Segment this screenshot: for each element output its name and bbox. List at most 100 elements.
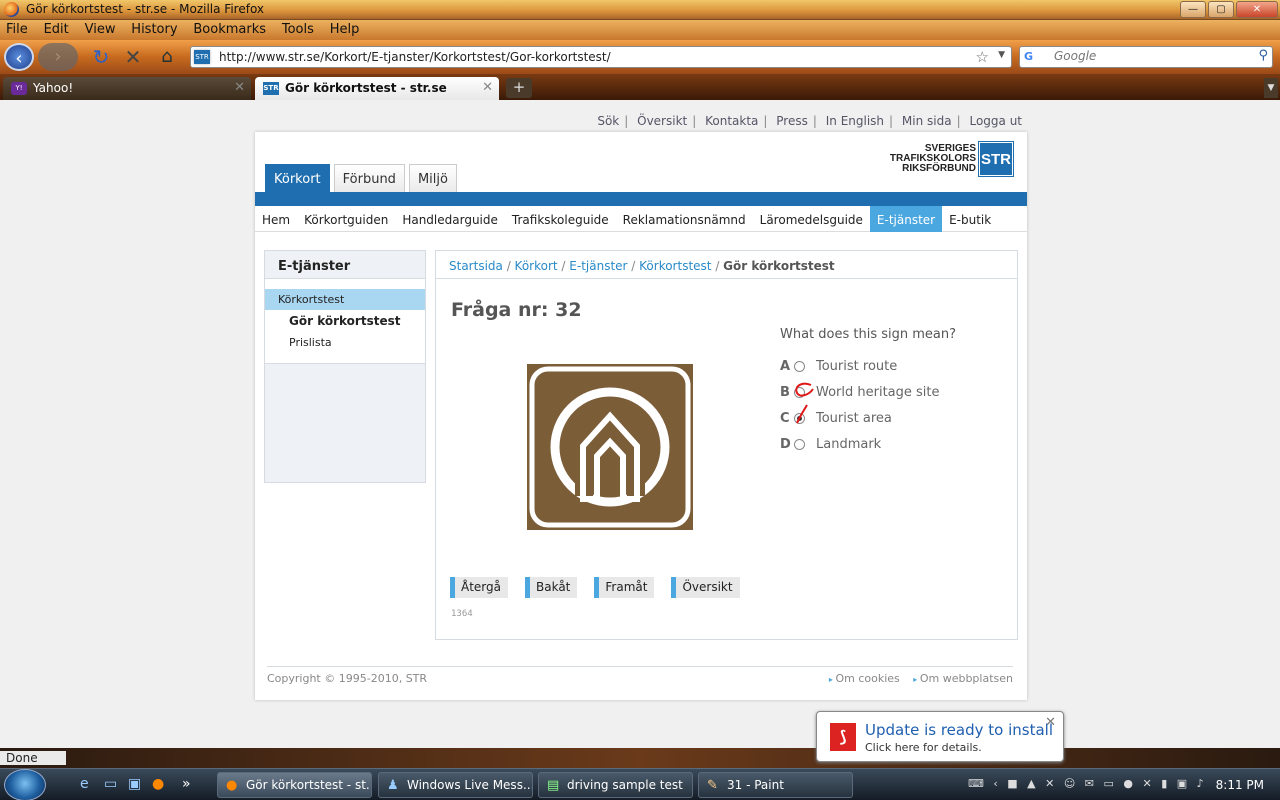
show-desktop-icon[interactable]: ▭ bbox=[104, 776, 117, 792]
tab-str[interactable]: STR Gör körkortstest - str.se ✕ bbox=[255, 77, 499, 100]
navigation-toolbar: ‹ › ↻ ✕ ⌂ STR http://www.str.se/Korkort/… bbox=[0, 40, 1280, 74]
forward-button[interactable]: › bbox=[38, 43, 78, 71]
str-logo[interactable]: SVERIGES TRAFIKSKOLORS RIKSFÖRBUND STR bbox=[890, 141, 1014, 177]
blue-bar bbox=[255, 192, 1027, 206]
reload-icon[interactable]: ↻ bbox=[86, 43, 116, 71]
link-sok[interactable]: Sök bbox=[597, 114, 619, 128]
radio-a[interactable] bbox=[794, 360, 805, 372]
crumb-e-tjanster[interactable]: E-tjänster bbox=[569, 259, 627, 273]
tray-icons[interactable]: ⌨ ‹ ■ ▲ ✕ ☺ ✉ ▭ ● ✕ ▮ ▣ ♪ bbox=[968, 777, 1207, 790]
task-document[interactable]: ▤ driving sample test bbox=[538, 772, 693, 798]
radio-c[interactable] bbox=[794, 412, 805, 424]
clock[interactable]: 8:11 PM bbox=[1216, 778, 1264, 792]
tab-forbund[interactable]: Förbund bbox=[333, 164, 405, 192]
minimize-button[interactable]: — bbox=[1180, 1, 1206, 18]
search-input[interactable] bbox=[1054, 49, 1254, 63]
search-box[interactable]: G ⚲ bbox=[1019, 46, 1273, 68]
back-button[interactable]: ‹ bbox=[4, 43, 34, 71]
link-om-webbplatsen[interactable]: Om webbplatsen bbox=[913, 672, 1013, 685]
home-icon[interactable]: ⌂ bbox=[152, 43, 182, 71]
url-dropdown-icon[interactable]: ▼ bbox=[998, 50, 1005, 60]
system-tray: ⌨ ‹ ■ ▲ ✕ ☺ ✉ ▭ ● ✕ ▮ ▣ ♪ 8:11 PM bbox=[946, 769, 1280, 800]
update-notification[interactable]: ⟆ Update is ready to install Click here … bbox=[816, 711, 1064, 762]
search-icon[interactable]: ⚲ bbox=[1258, 48, 1268, 63]
subnav-korkortguiden[interactable]: Körkortguiden bbox=[297, 206, 395, 232]
answer-c[interactable]: C Tourist area bbox=[780, 405, 940, 431]
switch-windows-icon[interactable]: ▣ bbox=[128, 776, 141, 792]
subnav-e-butik[interactable]: E-butik bbox=[942, 206, 998, 232]
more-quicklaunch-icon[interactable]: » bbox=[182, 776, 191, 792]
google-icon[interactable]: G bbox=[1024, 50, 1040, 64]
link-logga-ut[interactable]: Logga ut bbox=[969, 114, 1022, 128]
task-paint[interactable]: ✎ 31 - Paint bbox=[698, 772, 853, 798]
task-messenger[interactable]: ♟ Windows Live Mess... bbox=[378, 772, 533, 798]
subnav-reklamationsnamnd[interactable]: Reklamationsnämnd bbox=[616, 206, 753, 232]
crumb-startsida[interactable]: Startsida bbox=[449, 259, 503, 273]
close-tab-icon[interactable]: ✕ bbox=[482, 80, 493, 95]
start-button[interactable] bbox=[4, 769, 46, 800]
link-om-cookies[interactable]: Om cookies bbox=[829, 672, 900, 685]
radio-d[interactable] bbox=[794, 438, 805, 450]
answer-d[interactable]: D Landmark bbox=[780, 431, 940, 457]
firefox-quicklaunch-icon[interactable]: ● bbox=[152, 776, 164, 792]
tab-miljo[interactable]: Miljö bbox=[408, 164, 457, 192]
question-code: 1364 bbox=[451, 609, 473, 619]
menu-view[interactable]: View bbox=[79, 20, 122, 39]
tab-list-button[interactable]: ▼ bbox=[1264, 78, 1278, 98]
ie-icon[interactable]: e bbox=[80, 776, 89, 792]
maximize-button[interactable]: ▢ bbox=[1208, 1, 1234, 18]
menu-history[interactable]: History bbox=[125, 20, 183, 39]
pdf-icon: ⟆ bbox=[830, 723, 856, 751]
yahoo-icon: Y! bbox=[11, 82, 27, 95]
sidebar-item-prislista[interactable]: Prislista bbox=[265, 332, 425, 353]
subnav-trafikskoleguide[interactable]: Trafikskoleguide bbox=[505, 206, 616, 232]
radio-b[interactable] bbox=[794, 386, 805, 398]
overview-button[interactable]: Översikt bbox=[671, 577, 740, 598]
menu-bookmarks[interactable]: Bookmarks bbox=[187, 20, 272, 39]
menu-bar: File Edit View History Bookmarks Tools H… bbox=[0, 20, 1280, 40]
sidebar-item-korkortstest[interactable]: Körkortstest bbox=[265, 289, 425, 310]
notification-body[interactable]: Click here for details. bbox=[865, 741, 982, 754]
link-in-english[interactable]: In English bbox=[826, 114, 884, 128]
link-press[interactable]: Press bbox=[776, 114, 808, 128]
stop-icon[interactable]: ✕ bbox=[118, 43, 148, 71]
taskbar: e ▭ ▣ ● » ● Gör körkortstest - st... ♟ Win… bbox=[0, 768, 1280, 800]
previous-button[interactable]: Bakåt bbox=[525, 577, 578, 598]
web-page: Sök | Översikt | Kontakta | Press | In Engli… bbox=[0, 100, 1280, 748]
crumb-korkortstest[interactable]: Körkortstest bbox=[639, 259, 711, 273]
menu-help[interactable]: Help bbox=[324, 20, 366, 39]
close-notification-icon[interactable]: ✕ bbox=[1045, 715, 1056, 730]
task-firefox[interactable]: ● Gör körkortstest - st... bbox=[217, 772, 372, 798]
menu-file[interactable]: File bbox=[0, 20, 34, 39]
tab-korkort[interactable]: Körkort bbox=[265, 164, 330, 192]
sidebar-item-gor-korkortstest[interactable]: Gör körkortstest bbox=[265, 310, 425, 332]
new-tab-button[interactable]: + bbox=[506, 78, 532, 98]
subnav-handledarguide[interactable]: Handledarguide bbox=[395, 206, 505, 232]
link-oversikt[interactable]: Översikt bbox=[637, 114, 687, 128]
answer-a[interactable]: A Tourist route bbox=[780, 353, 940, 379]
subnav-e-tjanster[interactable]: E-tjänster bbox=[869, 206, 943, 232]
next-button[interactable]: Framåt bbox=[594, 577, 655, 598]
address-bar[interactable]: STR http://www.str.se/Korkort/E-tjanster… bbox=[190, 46, 1012, 68]
question-number: Fråga nr: 32 bbox=[451, 299, 582, 321]
url-text[interactable]: http://www.str.se/Korkort/E-tjanster/Kor… bbox=[219, 50, 611, 64]
notification-title[interactable]: Update is ready to install bbox=[865, 721, 1053, 739]
site-container: SVERIGES TRAFIKSKOLORS RIKSFÖRBUND STR K… bbox=[255, 132, 1027, 700]
back-to-start-button[interactable]: Återgå bbox=[450, 577, 508, 598]
close-tab-icon[interactable]: ✕ bbox=[234, 80, 245, 95]
close-window-button[interactable]: ✕ bbox=[1236, 1, 1278, 18]
window-title: Gör körkortstest - str.se - Mozilla Fire… bbox=[26, 2, 265, 16]
sub-navigation: Hem Körkortguiden Handledarguide Trafikskol… bbox=[255, 206, 1027, 232]
link-min-sida[interactable]: Min sida bbox=[902, 114, 952, 128]
menu-edit[interactable]: Edit bbox=[38, 20, 75, 39]
subnav-hem[interactable]: Hem bbox=[255, 206, 297, 232]
subnav-laromedelsguide[interactable]: Läromedelsguide bbox=[753, 206, 870, 232]
crumb-korkort[interactable]: Körkort bbox=[515, 259, 558, 273]
tab-yahoo[interactable]: Y! Yahoo! ✕ bbox=[3, 77, 251, 100]
answer-b[interactable]: B World heritage site bbox=[780, 379, 940, 405]
footer: Copyright © 1995-2010, STR Om cookies Om… bbox=[267, 666, 1013, 685]
menu-tools[interactable]: Tools bbox=[276, 20, 320, 39]
site-favicon-icon: STR bbox=[194, 50, 210, 64]
link-kontakta[interactable]: Kontakta bbox=[705, 114, 758, 128]
bookmark-star-icon[interactable]: ☆ bbox=[976, 48, 989, 66]
